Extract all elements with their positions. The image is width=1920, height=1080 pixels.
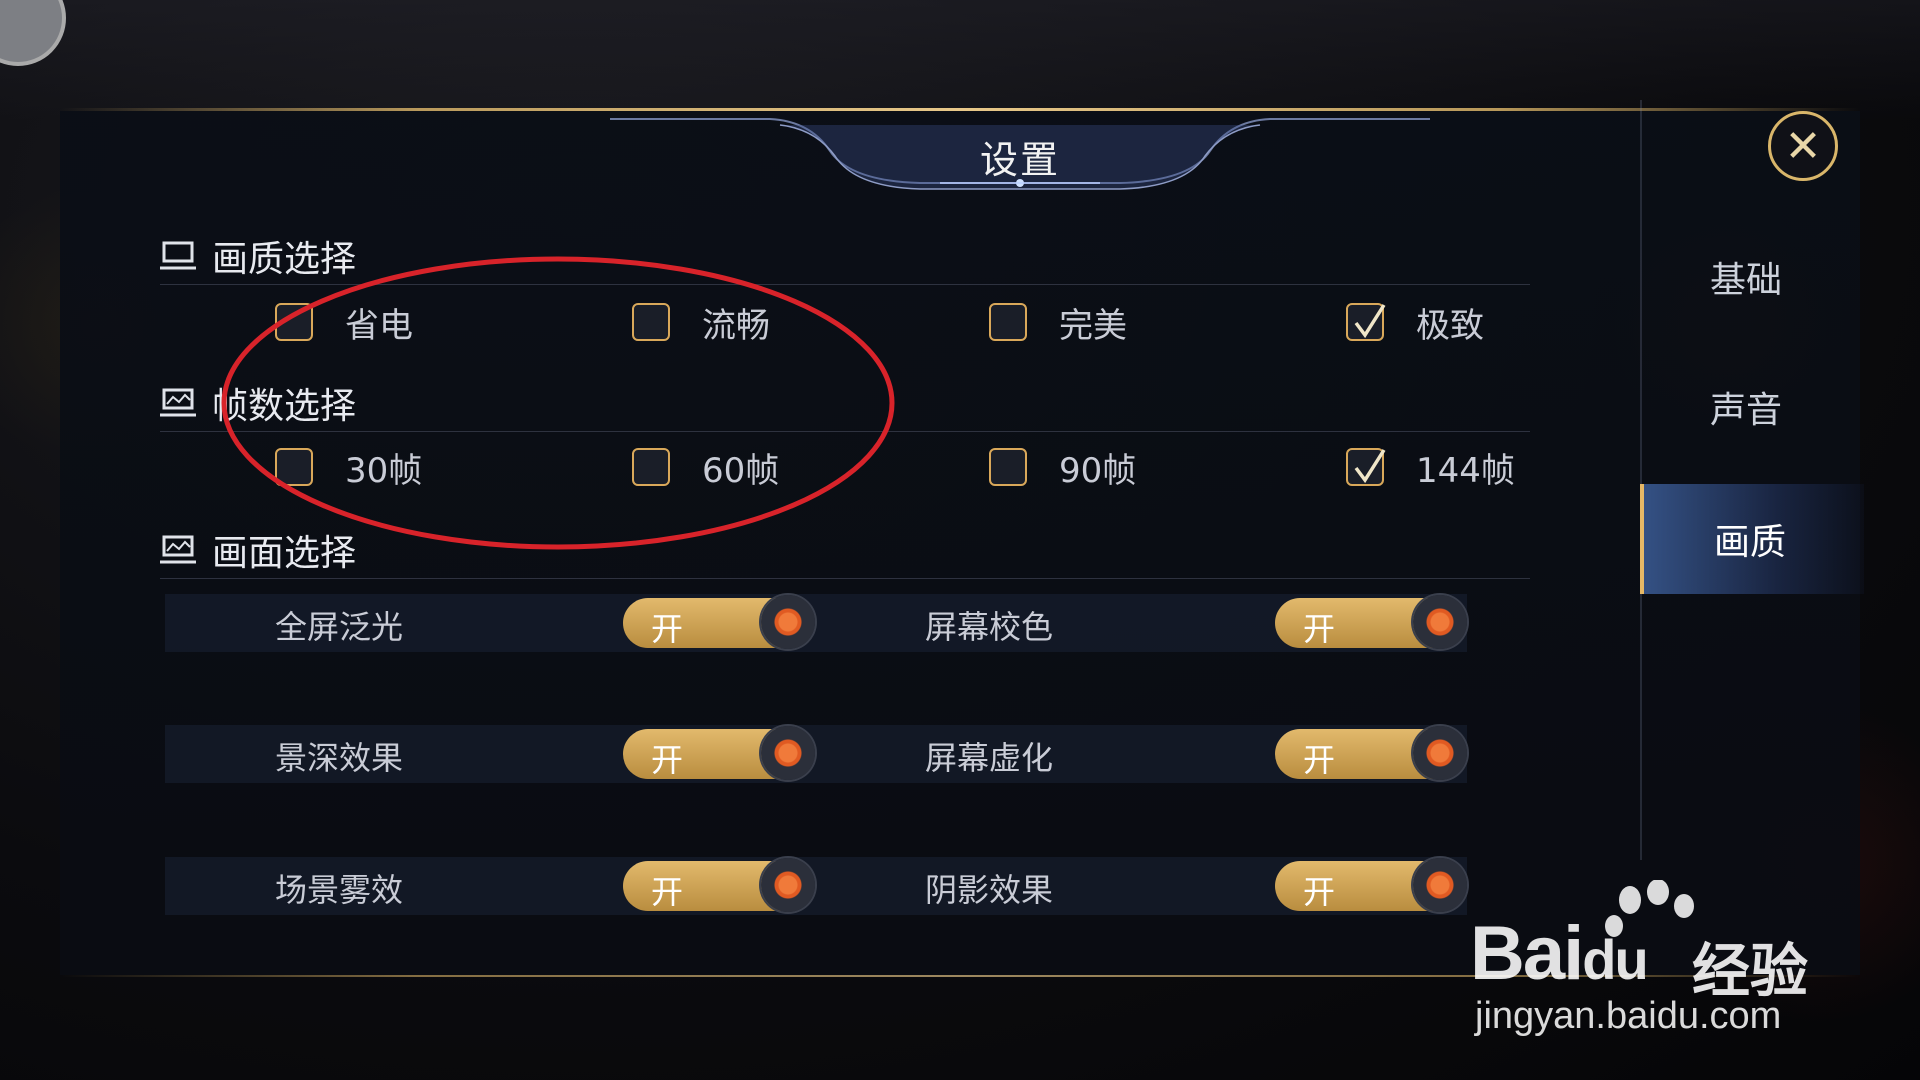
- quality-option-ultimate[interactable]: 极致: [1346, 298, 1484, 346]
- tab-graphics[interactable]: 画质: [1640, 484, 1864, 594]
- toggle-state: 开: [651, 741, 684, 779]
- toggle-knob: [1413, 595, 1467, 649]
- page-title: 设置: [979, 138, 1060, 182]
- monitor-icon: [160, 241, 196, 270]
- checkbox[interactable]: [989, 448, 1027, 486]
- tab-sound[interactable]: 声音: [1640, 352, 1860, 462]
- chart-monitor-icon: [160, 535, 196, 564]
- option-label: 完美: [1059, 305, 1127, 346]
- toggle-state: 开: [651, 610, 684, 648]
- annotation-ellipse: [221, 256, 895, 550]
- checkmark-icon: [1354, 449, 1386, 484]
- depth-of-field-toggle[interactable]: 开: [623, 726, 815, 780]
- tab-basic[interactable]: 基础: [1640, 222, 1860, 332]
- color-correction-toggle[interactable]: 开: [1275, 595, 1467, 649]
- option-label: 极致: [1416, 305, 1484, 346]
- toggle-label: 屏幕校色: [925, 608, 1054, 646]
- checkbox-checked[interactable]: [1346, 448, 1386, 486]
- toggle-label: 景深效果: [275, 739, 404, 777]
- toggle-knob: [761, 595, 815, 649]
- tab-label: 声音: [1710, 390, 1783, 431]
- tab-label: 画质: [1714, 522, 1787, 563]
- toggle-label: 场景雾效: [275, 871, 404, 909]
- toggle-label: 全屏泛光: [275, 608, 404, 646]
- baidu-watermark: Baidu 经验 jingyan.baidu.com: [1470, 880, 1850, 1050]
- top-divider: [60, 108, 1860, 111]
- shadow-toggle[interactable]: 开: [1275, 858, 1467, 912]
- toggle-label: 阴影效果: [925, 871, 1054, 909]
- chart-monitor-icon: [160, 388, 196, 417]
- framerate-option-144[interactable]: 144帧: [1346, 443, 1515, 491]
- close-button[interactable]: ✕: [1768, 111, 1838, 181]
- watermark-brand: Baidu: [1470, 911, 1649, 996]
- toggle-label: 屏幕虚化: [925, 739, 1054, 777]
- scene-fog-toggle[interactable]: 开: [623, 858, 815, 912]
- toggle-state: 开: [651, 873, 684, 911]
- toggle-knob: [761, 858, 815, 912]
- toggle-state: 开: [1303, 873, 1336, 911]
- checkmark-icon: [1354, 304, 1386, 339]
- close-icon: ✕: [1784, 120, 1822, 172]
- toggle-row: 景深效果 开 屏幕虚化 开: [165, 725, 1467, 783]
- quality-option-perfect[interactable]: 完美: [989, 298, 1127, 346]
- title-bar: 设置 ✕: [60, 111, 1860, 191]
- watermark-url: jingyan.baidu.com: [1475, 995, 1782, 1037]
- toggle-state: 开: [1303, 741, 1336, 779]
- sidebar-divider: [1640, 100, 1642, 860]
- tab-label: 基础: [1710, 260, 1783, 301]
- toggle-state: 开: [1303, 610, 1336, 648]
- screen-blur-toggle[interactable]: 开: [1275, 726, 1467, 780]
- option-label: 90帧: [1059, 450, 1137, 491]
- toggle-knob: [1413, 726, 1467, 780]
- framerate-option-90[interactable]: 90帧: [989, 443, 1136, 491]
- toggle-knob: [1413, 858, 1467, 912]
- option-label: 144帧: [1416, 450, 1515, 491]
- checkbox-checked[interactable]: [1346, 303, 1386, 341]
- toggle-row: 全屏泛光 开 屏幕校色 开: [165, 594, 1467, 652]
- toggle-row: 场景雾效 开 阴影效果 开: [165, 857, 1467, 915]
- toggle-knob: [761, 726, 815, 780]
- checkbox[interactable]: [989, 303, 1027, 341]
- bloom-toggle[interactable]: 开: [623, 595, 815, 649]
